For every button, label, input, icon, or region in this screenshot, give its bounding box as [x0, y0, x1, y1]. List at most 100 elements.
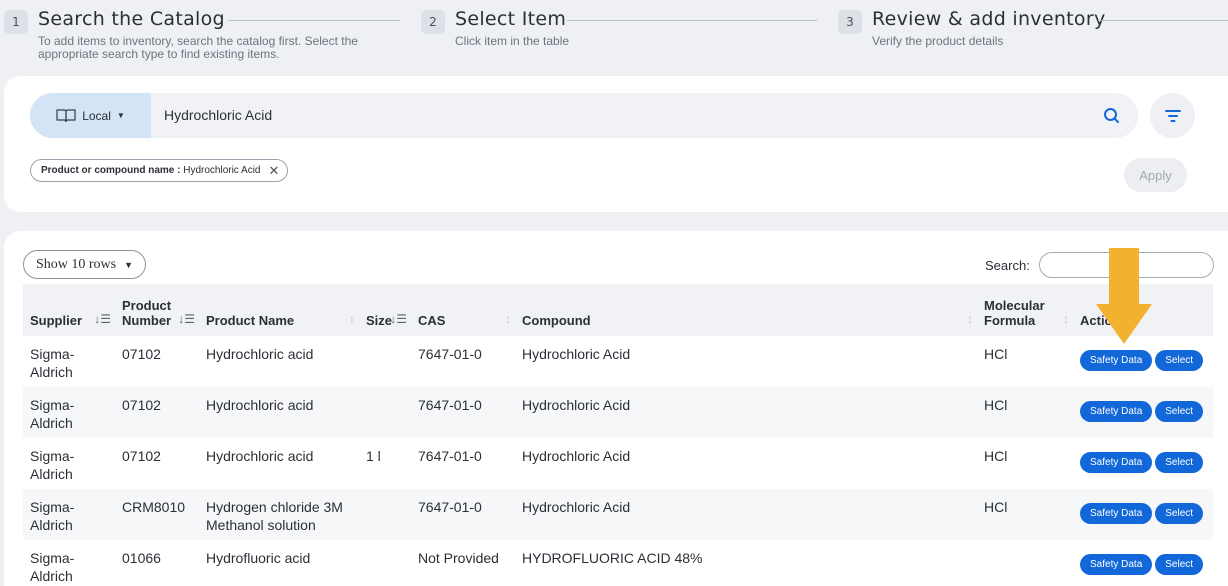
safety-data-button[interactable]: Safety Data: [1080, 401, 1153, 422]
filter-chip-value: Hydrochloric Acid: [183, 165, 261, 176]
cell-actions: Safety Data Select: [1073, 438, 1213, 489]
table-row[interactable]: Sigma-Aldrich 07102 Hydrochloric acid 1 …: [23, 438, 1213, 489]
close-icon[interactable]: ✕: [269, 163, 280, 179]
cell-actions: Safety Data Select: [1073, 540, 1213, 586]
sort-icon: ↕: [1063, 312, 1069, 326]
cell-formula: HCl: [984, 499, 1008, 515]
cell-formula: HCl: [984, 397, 1008, 413]
step-title: Search the Catalog: [38, 8, 225, 30]
step-number: 2: [421, 10, 445, 34]
results-table: Supplier ↓☰ Product Number ↓☰ Product Name…: [23, 284, 1213, 586]
cell-supplier: Sigma-Aldrich: [30, 397, 75, 431]
cell-compound: Hydrochloric Acid: [522, 397, 631, 413]
step-divider: [1098, 20, 1228, 21]
cell-actions: Safety Data Select: [1073, 387, 1213, 438]
cell-product-number: 07102: [122, 448, 161, 464]
cell-compound: Hydrochloric Acid: [522, 346, 631, 362]
step-divider: [228, 20, 400, 21]
search-source-label: Local: [82, 108, 111, 123]
cell-size: [359, 540, 411, 586]
step-subtitle: Click item in the table: [455, 34, 570, 48]
cell-size: [359, 489, 411, 540]
cell-cas: 7647-01-0: [418, 448, 482, 464]
cell-cas: Not Provided: [418, 550, 499, 566]
cell-product-number: CRM8010: [122, 499, 186, 515]
cell-product-name: Hydrochloric acid: [206, 397, 314, 413]
cell-formula: HCl: [984, 448, 1008, 464]
column-product-number[interactable]: Product Number ↓☰: [115, 284, 199, 336]
step-divider: [567, 20, 817, 21]
select-button[interactable]: Select: [1155, 554, 1204, 575]
cell-size: 1 l: [366, 448, 381, 464]
select-button[interactable]: Select: [1155, 503, 1204, 524]
sort-icon: ↕: [349, 312, 355, 326]
cell-product-number: 07102: [122, 346, 161, 362]
sort-icon: ↕: [967, 312, 973, 326]
apply-button[interactable]: Apply: [1124, 158, 1187, 192]
sort-icon: ↓☰: [390, 312, 407, 326]
table-row[interactable]: Sigma-Aldrich CRM8010 Hydrogen chloride …: [23, 489, 1213, 540]
sort-icon: ↓☰: [94, 312, 111, 326]
cell-cas: 7647-01-0: [418, 499, 482, 515]
stepper: 1 Search the Catalog To add items to inv…: [0, 0, 1228, 76]
safety-data-button[interactable]: Safety Data: [1080, 350, 1153, 371]
results-panel: Show 10 rows ▼ Search: Supplier ↓☰ Produc…: [4, 231, 1228, 586]
cell-compound: Hydrochloric Acid: [522, 448, 631, 464]
select-button[interactable]: Select: [1155, 452, 1204, 473]
filter-chip-label: Product or compound name :: [41, 165, 181, 176]
table-header-row: Supplier ↓☰ Product Number ↓☰ Product Name…: [23, 284, 1213, 336]
search-source-dropdown[interactable]: Local ▼: [30, 93, 151, 138]
search-icon[interactable]: [1102, 106, 1122, 126]
cell-product-number: 07102: [122, 397, 161, 413]
cell-supplier: Sigma-Aldrich: [30, 499, 75, 533]
filter-button[interactable]: [1150, 93, 1195, 138]
rows-per-page-select[interactable]: Show 10 rows ▼: [23, 250, 146, 279]
safety-data-button[interactable]: Safety Data: [1080, 452, 1153, 473]
cell-size: [359, 387, 411, 438]
step-number: 3: [838, 10, 862, 34]
arrow-down-icon: [1096, 248, 1152, 344]
step-subtitle: To add items to inventory, search the ca…: [38, 34, 358, 61]
filter-chip: Product or compound name : Hydrochloric …: [30, 159, 289, 182]
cell-product-name: Hydrochloric acid: [206, 346, 314, 362]
rows-per-page-label: Show 10 rows: [36, 256, 117, 272]
table-row[interactable]: Sigma-Aldrich 01066 Hydrofluoric acid No…: [23, 540, 1213, 586]
column-cas[interactable]: CAS ↕: [411, 284, 515, 336]
cell-compound: HYDROFLUORIC ACID 48%: [522, 550, 703, 566]
cell-compound: Hydrochloric Acid: [522, 499, 631, 515]
column-molecular-formula[interactable]: Molecular Formula ↕: [977, 284, 1073, 336]
step-subtitle: Verify the product details: [872, 34, 1004, 48]
chevron-down-icon: ▼: [124, 259, 134, 270]
chevron-down-icon: ▼: [116, 111, 125, 120]
cell-product-name: Hydrofluoric acid: [206, 550, 311, 566]
select-button[interactable]: Select: [1155, 401, 1204, 422]
column-size[interactable]: Size ↓☰: [359, 284, 411, 336]
sort-icon: ↕: [505, 312, 511, 326]
book-icon: [56, 108, 76, 122]
cell-product-name: Hydrogen chloride 3M Methanol solution: [206, 499, 343, 533]
table-row[interactable]: Sigma-Aldrich 07102 Hydrochloric acid 76…: [23, 387, 1213, 438]
cell-product-name: Hydrochloric acid: [206, 448, 314, 464]
column-compound[interactable]: Compound ↕: [515, 284, 977, 336]
safety-data-button[interactable]: Safety Data: [1080, 554, 1153, 575]
table-row[interactable]: Sigma-Aldrich 07102 Hydrochloric acid 76…: [23, 336, 1213, 387]
cell-actions: Safety Data Select: [1073, 489, 1213, 540]
select-button[interactable]: Select: [1155, 350, 1204, 371]
column-supplier[interactable]: Supplier ↓☰: [23, 284, 115, 336]
cell-formula: [977, 540, 1073, 586]
cell-product-number: 01066: [122, 550, 161, 566]
safety-data-button[interactable]: Safety Data: [1080, 503, 1153, 524]
step-title: Review & add inventory: [872, 8, 1106, 30]
step-title: Select Item: [455, 8, 567, 30]
sort-icon: ↓☰: [178, 312, 195, 326]
cell-supplier: Sigma-Aldrich: [30, 448, 75, 482]
cell-supplier: Sigma-Aldrich: [30, 550, 75, 584]
catalog-search-bar: Local ▼ Hydrochloric Acid: [30, 93, 1138, 138]
cell-formula: HCl: [984, 346, 1008, 362]
cell-cas: 7647-01-0: [418, 346, 482, 362]
catalog-search-input[interactable]: Hydrochloric Acid: [164, 93, 272, 138]
cell-supplier: Sigma-Aldrich: [30, 346, 75, 380]
step-number: 1: [4, 10, 28, 34]
search-panel: Local ▼ Hydrochloric Acid Product or com…: [4, 76, 1228, 212]
column-product-name[interactable]: Product Name ↕: [199, 284, 359, 336]
